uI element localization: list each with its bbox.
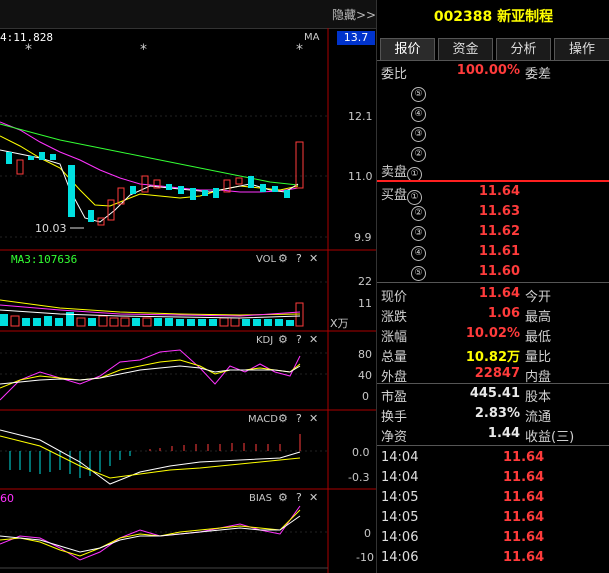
candle [248, 176, 254, 188]
candle [260, 184, 266, 192]
tick-row: 14:04 11.64 [381, 470, 545, 485]
stat-row: 涨幅 10.02% 最低 [381, 326, 552, 345]
buy-level-5: ⑤ 11.60 [377, 261, 609, 281]
volume-bars [0, 299, 304, 327]
stock-name: 新亚制程 [497, 9, 554, 25]
stat-row: 换手 2.83% 流通 [381, 406, 552, 425]
weibi-label: 委比 [381, 67, 408, 82]
buy-level-1: 买盘 ① 11.64 [381, 184, 520, 205]
tick-row: 14:04 11.64 [381, 450, 545, 465]
kline-chart-area[interactable]: 隐藏>> 4:11.828 MA 13.7 12.1 11.0 9.9 10.0… [0, 0, 376, 573]
sell-level-1: 卖盘 ① [381, 161, 423, 182]
stat-row: 涨跌 1.06 最高 [381, 306, 552, 325]
sell-level-5: ⑤ [411, 81, 426, 102]
event-markers: * * * [25, 42, 303, 58]
candle [130, 186, 136, 194]
sell-level-4: ④ [411, 101, 426, 122]
stat-row: 外盘 22847 内盘 [381, 366, 552, 385]
tick-row: 14:05 11.64 [381, 510, 545, 525]
sell-level-3: ③ [411, 121, 426, 142]
tab-operation[interactable]: 操作 [554, 38, 609, 60]
section-divider [377, 445, 609, 446]
candle-limit-up [295, 141, 304, 189]
buy-level-3: ③ 11.62 [377, 221, 609, 241]
stock-header: 002388 新亚制程 [377, 6, 609, 26]
weibi-row: 委比 100.00% 委差 [377, 60, 609, 82]
kline-graphics: * * * [0, 28, 376, 573]
buy-level-4: ④ 11.61 [377, 241, 609, 261]
tab-analysis[interactable]: 分析 [496, 38, 551, 60]
candle [39, 152, 45, 160]
candle [190, 188, 196, 200]
candle [88, 210, 94, 222]
ma-line-yellow [0, 135, 299, 207]
candle [202, 190, 208, 196]
tab-capital[interactable]: 资金 [438, 38, 493, 60]
candle [50, 154, 56, 160]
tab-quote[interactable]: 报价 [380, 38, 435, 60]
candle [284, 190, 290, 198]
stat-row: 现价 11.64 今开 [381, 286, 552, 305]
candle [28, 156, 34, 160]
candle [178, 186, 184, 194]
candle [213, 188, 219, 198]
macd-bars [0, 429, 301, 485]
weibi-value: 100.00% [456, 63, 520, 78]
sell-level-2: ② [411, 141, 426, 162]
bias-lines [0, 505, 301, 561]
candle [235, 177, 243, 185]
candle [107, 199, 115, 221]
stat-row: 总量 10.82万 量比 [381, 350, 552, 365]
event-marker: * [140, 42, 147, 58]
candle [68, 165, 75, 217]
candle [166, 184, 172, 190]
stat-row: 市盈 445.41 股本 [381, 386, 552, 405]
tick-row: 14:06 11.64 [381, 530, 545, 545]
buy-level-2: ② 11.63 [377, 201, 609, 221]
weicha-label: 委差 [525, 67, 552, 82]
event-marker: * [296, 42, 303, 58]
stat-row: 净资 1.44 收益(三) [381, 426, 575, 445]
kdj-lines [0, 349, 301, 401]
candles [6, 141, 304, 229]
stock-code: 002388 [433, 9, 493, 25]
tick-row: 14:05 11.64 [381, 490, 545, 505]
candle [16, 159, 24, 175]
candle [6, 152, 12, 164]
tick-row: 14:06 11.64 [381, 550, 545, 565]
event-marker: * [25, 42, 32, 58]
candle [272, 186, 278, 192]
quote-panel: 002388 新亚制程 报价 资金 分析 操作 委比 100.00% 委差 ⑤ … [376, 0, 609, 573]
